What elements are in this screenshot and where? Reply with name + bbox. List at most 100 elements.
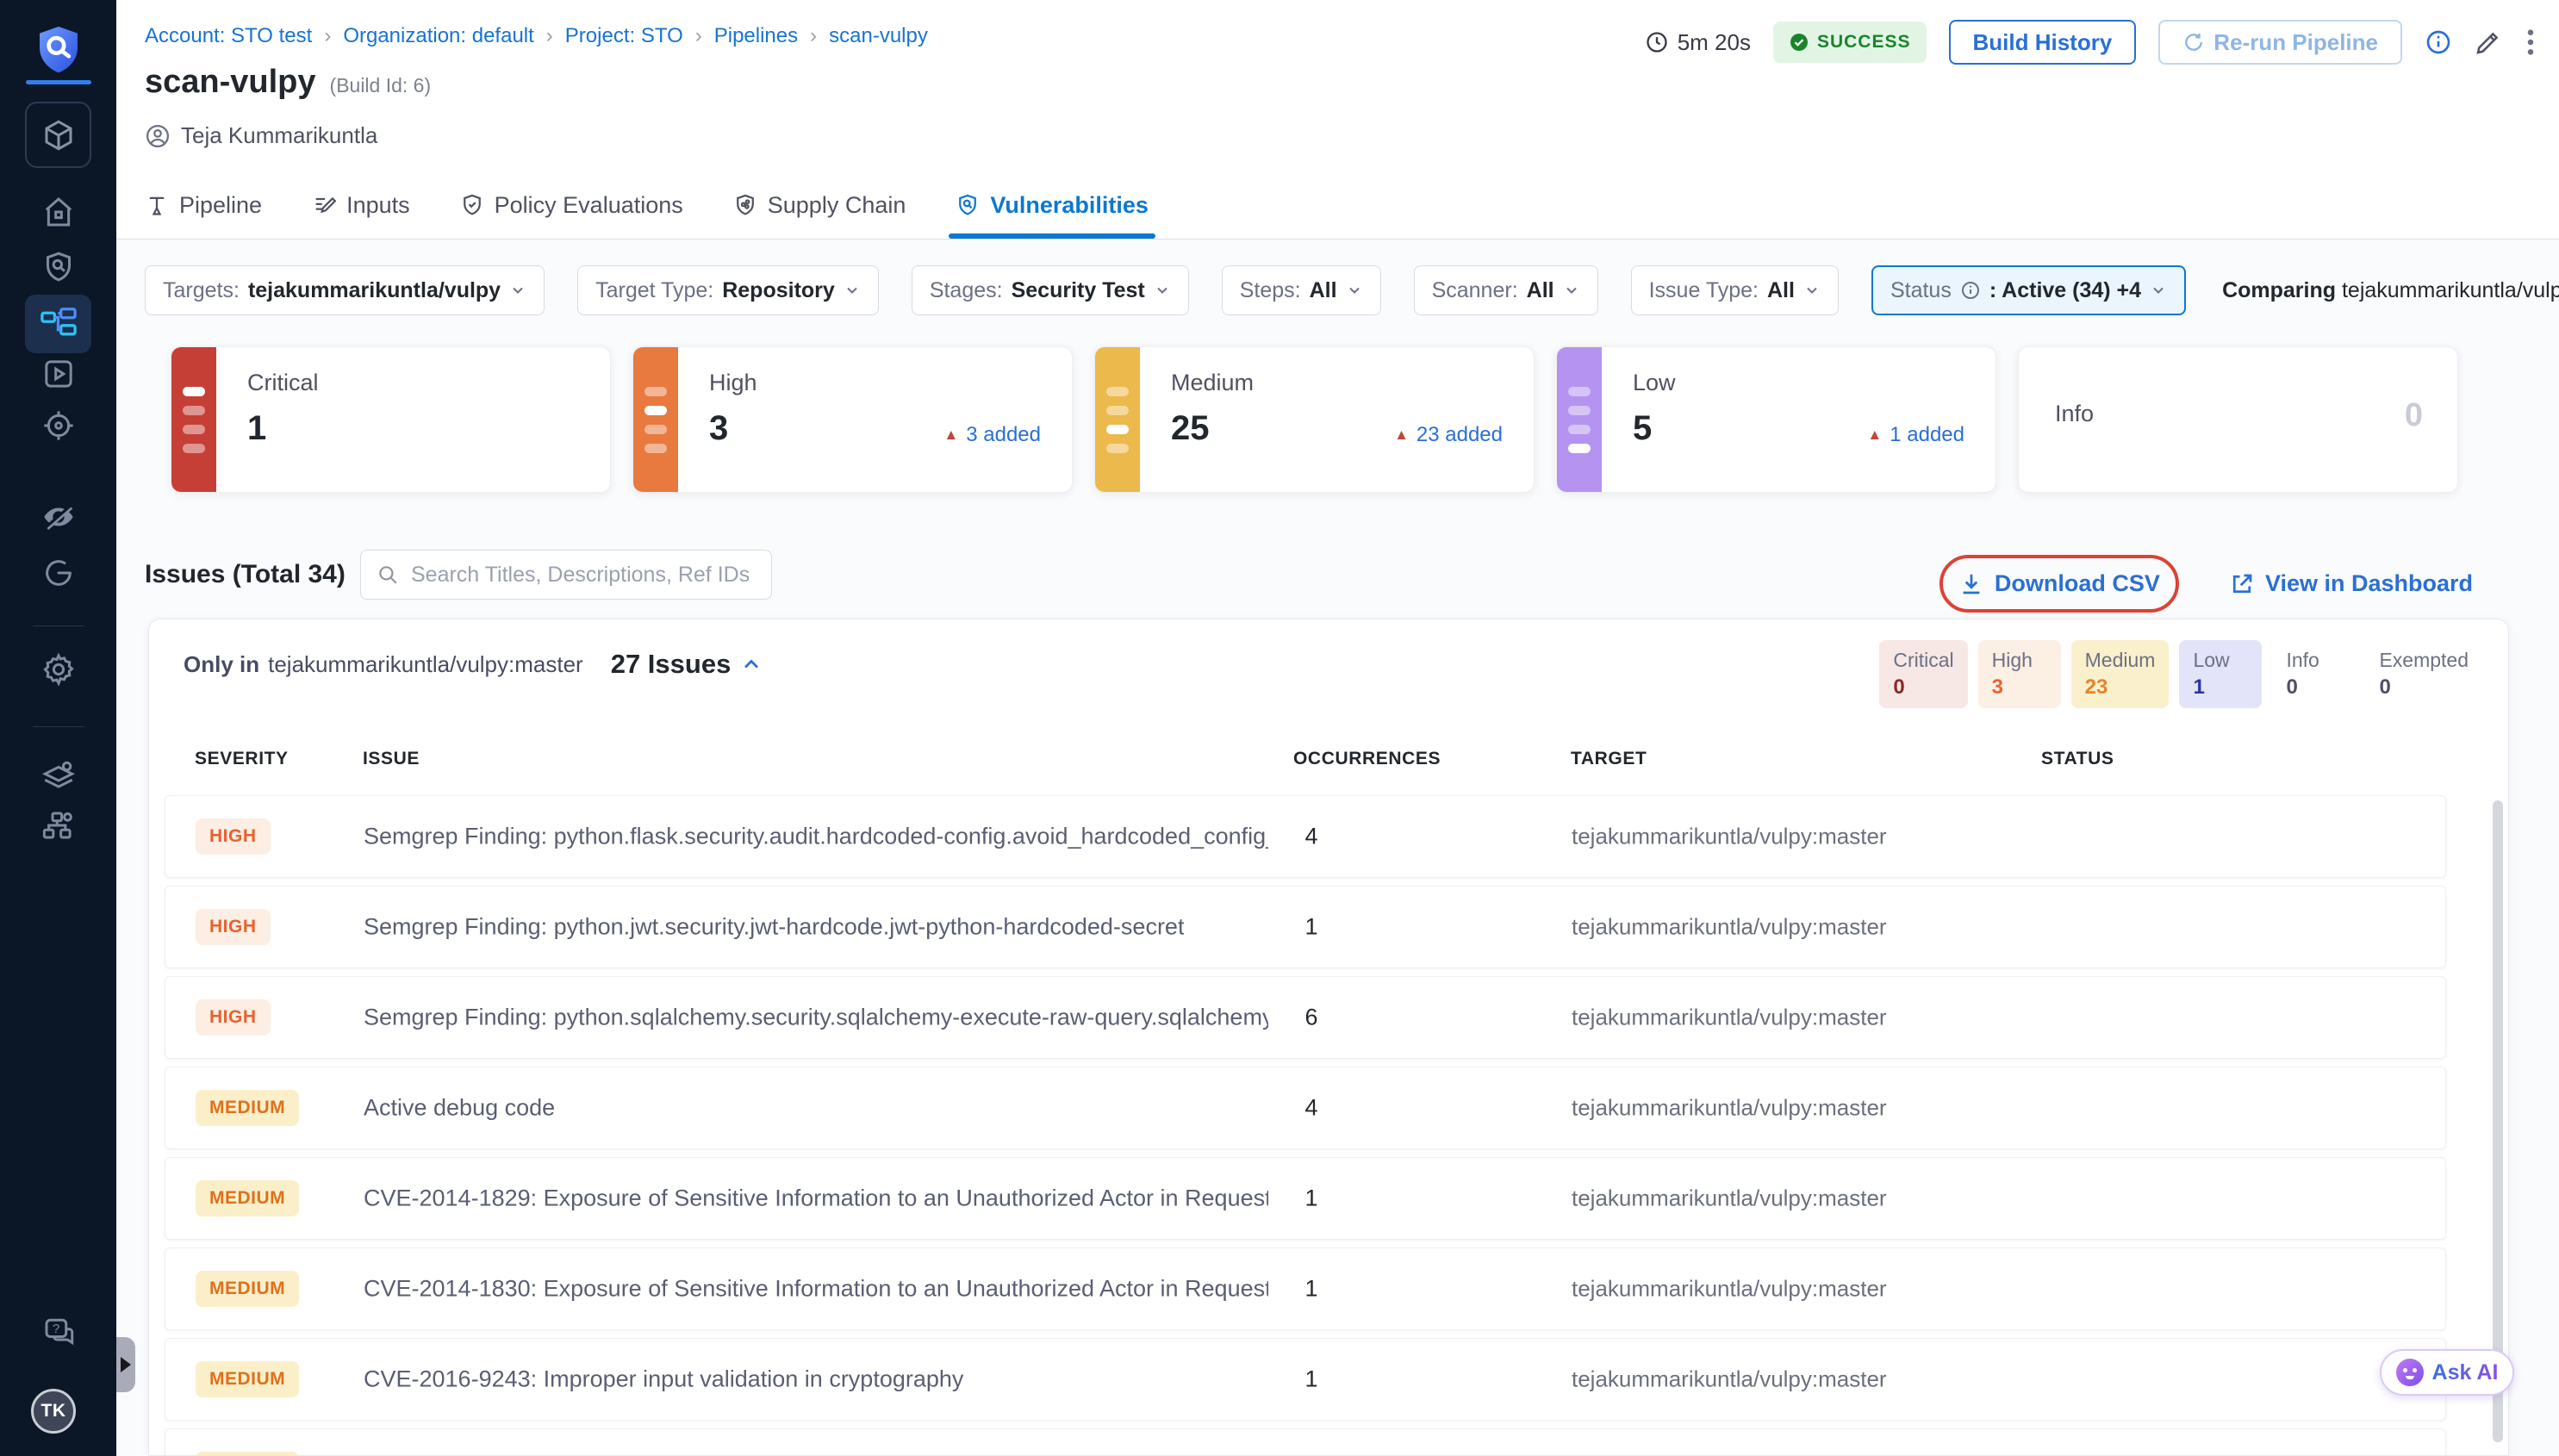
help-chat-icon[interactable]: ? — [0, 1315, 116, 1353]
inputs-icon — [312, 193, 336, 217]
breadcrumb-account[interactable]: Account: STO test — [145, 24, 312, 48]
severity-badge: MEDIUM — [196, 1090, 299, 1126]
issue-row[interactable]: HIGH Semgrep Finding: python.sqlalchemy.… — [165, 976, 2446, 1059]
added-link[interactable]: ▲23 added — [1394, 423, 1503, 447]
settings-gear-icon[interactable] — [0, 650, 116, 688]
chip-low[interactable]: Low1 — [2179, 640, 2262, 708]
issue-title: Semgrep Finding: python.sqlalchemy.secur… — [364, 1005, 1268, 1031]
issue-row[interactable]: HIGH Semgrep Finding: python.flask.secur… — [165, 795, 2446, 878]
chevron-down-icon — [1154, 282, 1171, 299]
table-scrollbar[interactable] — [2493, 800, 2503, 1442]
only-in-target: tejakummarikuntla/vulpy:master — [268, 651, 583, 678]
issue-row[interactable]: MEDIUM CVE-2016-9243: Improper input val… — [165, 1338, 2446, 1421]
filter-target-type[interactable]: Target Type:Repository — [577, 265, 879, 315]
occurrences: 4 — [1290, 824, 1333, 850]
download-csv-wrap: Download CSV — [1939, 555, 2179, 613]
rerun-pipeline-button[interactable]: Re-run Pipeline — [2158, 20, 2402, 65]
tab-inputs[interactable]: Inputs — [312, 182, 410, 239]
issue-title: CVE-2014-1829: Exposure of Sensitive Inf… — [364, 1185, 1268, 1212]
pipeline-icon — [145, 193, 169, 217]
chevron-up-icon[interactable] — [739, 652, 763, 676]
filter-scanner[interactable]: Scanner:All — [1414, 265, 1598, 315]
target: tejakummarikuntla/vulpy:master — [1572, 1185, 1887, 1212]
added-link[interactable]: ▲3 added — [943, 423, 1041, 447]
card-label: Critical — [247, 370, 319, 396]
filter-status[interactable]: Status : Active (34) +4 — [1871, 265, 2186, 315]
sidebar-expand-tab[interactable] — [116, 1337, 135, 1392]
target: tejakummarikuntla/vulpy:master — [1572, 1095, 1887, 1122]
user-avatar[interactable]: TK — [31, 1389, 76, 1434]
added-link[interactable]: ▲1 added — [1867, 423, 1964, 447]
filter-stages[interactable]: Stages:Security Test — [912, 265, 1189, 315]
view-in-dashboard-button[interactable]: View in Dashboard — [2229, 570, 2473, 597]
issue-row[interactable]: MEDIUM CVE-2014-1829: Exposure of Sensit… — [165, 1157, 2446, 1240]
issue-row[interactable]: MEDIUM CVE-2014-1830: Exposure of Sensit… — [165, 1248, 2446, 1330]
get-started-icon[interactable] — [0, 554, 116, 592]
info-icon[interactable] — [2425, 28, 2452, 56]
test-targets-shield-icon[interactable] — [0, 248, 116, 286]
chip-medium[interactable]: Medium23 — [2071, 640, 2170, 708]
targets-crosshair-icon[interactable] — [0, 407, 116, 445]
severity-card-low[interactable]: Low 5 ▲1 added — [1556, 346, 1996, 493]
tab-vulnerabilities[interactable]: Vulnerabilities — [956, 182, 1149, 239]
home-icon[interactable] — [0, 193, 116, 231]
breadcrumb-project[interactable]: Project: STO — [565, 24, 683, 48]
filter-issue-type[interactable]: Issue Type:All — [1631, 265, 1839, 315]
kebab-menu-icon[interactable] — [2525, 28, 2537, 57]
left-nav-rail: ? TK — [0, 0, 116, 1456]
chip-critical[interactable]: Critical0 — [1879, 640, 1967, 708]
user-icon — [145, 123, 171, 149]
triangle-up-icon: ▲ — [1867, 426, 1882, 444]
severity-bars-icon — [1095, 347, 1140, 492]
shield-chain-icon — [733, 193, 757, 217]
chip-high[interactable]: High3 — [1978, 640, 2061, 708]
nav-divider — [33, 726, 84, 727]
issue-row[interactable]: HIGH Semgrep Finding: python.jwt.securit… — [165, 886, 2446, 968]
filter-targets[interactable]: Targets:tejakummarikuntla/vulpy — [145, 265, 545, 315]
issue-title: Semgrep Finding: python.jwt.security.jwt… — [364, 914, 1184, 941]
build-history-button[interactable]: Build History — [1949, 20, 2137, 65]
tab-supply-chain[interactable]: Supply Chain — [733, 182, 906, 239]
search-input[interactable] — [411, 563, 756, 588]
target: tejakummarikuntla/vulpy:master — [1572, 824, 1887, 850]
chip-info[interactable]: Info0 — [2272, 640, 2355, 708]
only-in-group[interactable]: Only in tejakummarikuntla/vulpy:master 2… — [184, 649, 763, 680]
svg-text:?: ? — [53, 1322, 59, 1336]
col-severity: SEVERITY — [195, 749, 289, 769]
col-issue: ISSUE — [363, 749, 420, 769]
download-csv-button[interactable]: Download CSV — [1958, 570, 2160, 597]
filter-steps[interactable]: Steps:All — [1222, 265, 1381, 315]
col-status: STATUS — [2041, 749, 2114, 769]
harness-sto-logo-icon[interactable] — [0, 22, 116, 78]
exemptions-eye-off-icon[interactable] — [0, 498, 116, 536]
chip-exempted[interactable]: Exempted0 — [2365, 640, 2482, 708]
severity-card-high[interactable]: High 3 ▲3 added — [632, 346, 1073, 493]
external-link-icon — [2229, 571, 2255, 597]
card-label: Low — [1633, 370, 1676, 396]
target: tejakummarikuntla/vulpy:master — [1572, 914, 1887, 941]
occurrences: 4 — [1290, 1095, 1333, 1122]
pipelines-nav-active-tile[interactable] — [25, 295, 91, 353]
module-selector-icon[interactable] — [25, 102, 91, 168]
issue-row[interactable]: MEDIUM CVE-2017-11424: PyJWT Improper Ve… — [165, 1428, 2446, 1456]
issue-row[interactable]: MEDIUM Active debug code 4 tejakummariku… — [165, 1067, 2446, 1149]
executions-play-icon[interactable] — [0, 355, 116, 393]
default-settings-layers-icon[interactable] — [0, 756, 116, 794]
ask-ai-button[interactable]: Ask AI — [2380, 1349, 2514, 1396]
severity-card-info[interactable]: Info 0 — [2018, 346, 2458, 493]
breadcrumb-pipelines[interactable]: Pipelines — [714, 24, 798, 48]
breadcrumb-org[interactable]: Organization: default — [343, 24, 533, 48]
severity-card-critical[interactable]: Critical 1 — [171, 346, 611, 493]
breadcrumb-separator: › — [810, 24, 817, 48]
card-count: 5 — [1633, 409, 1652, 448]
severity-badge: MEDIUM — [196, 1180, 299, 1216]
tab-pipeline[interactable]: Pipeline — [145, 182, 262, 239]
edit-pencil-icon[interactable] — [2475, 28, 2502, 56]
issues-search[interactable] — [360, 550, 772, 600]
organization-structure-icon[interactable] — [0, 806, 116, 844]
only-in-label: Only in — [184, 651, 259, 678]
app-root: ? TK Account: STO test › Organization: de… — [0, 0, 2559, 1456]
tab-policy-evaluations[interactable]: Policy Evaluations — [460, 182, 683, 239]
severity-card-medium[interactable]: Medium 25 ▲23 added — [1094, 346, 1535, 493]
breadcrumb-current[interactable]: scan-vulpy — [829, 24, 928, 48]
